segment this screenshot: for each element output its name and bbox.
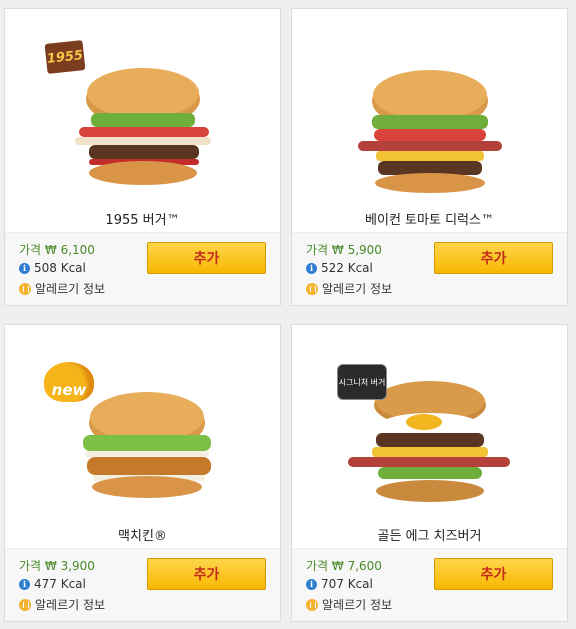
allergy-icon [19,598,31,611]
allergy-text: 알레르기 정보 [35,282,106,296]
allergy-icon [19,282,31,295]
product-card-mcchicken[interactable]: 맥치킨® 가격 ₩ 3,900 i 477 Kcal 알레르기 정보 추가 [4,324,281,622]
burger-image[interactable] [5,325,280,515]
add-button[interactable]: 추가 [434,242,553,274]
info-icon: i [19,578,30,590]
allergy-info-link[interactable]: 알레르기 정보 [306,596,392,613]
card-footer: 가격 ₩ 5,900 i 522 Kcal 알레르기 정보 추가 [292,232,567,305]
allergy-text: 알레르기 정보 [322,598,393,612]
calorie-info[interactable]: i 707 Kcal [306,577,373,591]
product-name: 골든 에그 치즈버거 [377,529,482,544]
product-name: 1955 버거™ [105,213,180,228]
badge-1955-logo: 1955 [44,40,86,74]
burger-illustration [358,70,502,193]
product-name: 맥치킨® [118,529,167,544]
info-icon: i [306,262,317,274]
allergy-info-link[interactable]: 알레르기 정보 [306,280,392,297]
card-footer: 가격 ₩ 6,100 i 508 Kcal 알레르기 정보 추가 [5,232,280,305]
burger-illustration [83,392,211,498]
kcal-text: 508 Kcal [34,261,86,275]
price: 가격 ₩ 3,900 [19,559,95,573]
burger-illustration [75,68,211,185]
allergy-text: 알레르기 정보 [322,282,393,296]
allergy-info-link[interactable]: 알레르기 정보 [19,596,105,613]
allergy-icon [306,282,318,295]
kcal-text: 707 Kcal [321,577,373,591]
kcal-text: 522 Kcal [321,261,373,275]
badge-new-logo: new [44,362,94,402]
allergy-text: 알레르기 정보 [35,598,106,612]
product-name: 베이컨 토마토 디럭스™ [365,213,494,228]
add-button[interactable]: 추가 [147,242,266,274]
info-icon: i [306,578,317,590]
calorie-info[interactable]: i 508 Kcal [19,261,86,275]
calorie-info[interactable]: i 477 Kcal [19,577,86,591]
price: 가격 ₩ 6,100 [19,243,95,257]
price: 가격 ₩ 7,600 [306,559,382,573]
burger-image[interactable] [5,9,280,199]
card-footer: 가격 ₩ 3,900 i 477 Kcal 알레르기 정보 추가 [5,548,280,621]
kcal-text: 477 Kcal [34,577,86,591]
card-footer: 가격 ₩ 7,600 i 707 Kcal 알레르기 정보 추가 [292,548,567,621]
burger-illustration [348,381,510,502]
burger-image[interactable] [292,325,567,515]
badge-signature-burger-logo: 시그니처 버거 [337,364,387,400]
burger-image[interactable] [292,9,567,199]
add-button[interactable]: 추가 [147,558,266,590]
product-card-golden-egg-cheeseburger[interactable]: 골든 에그 치즈버거 가격 ₩ 7,600 i 707 Kcal 알레르기 정보… [291,324,568,622]
product-card-bacon-tomato-deluxe[interactable]: 베이컨 토마토 디럭스™ 가격 ₩ 5,900 i 522 Kcal 알레르기 … [291,8,568,306]
allergy-icon [306,598,318,611]
price: 가격 ₩ 5,900 [306,243,382,257]
allergy-info-link[interactable]: 알레르기 정보 [19,280,105,297]
info-icon: i [19,262,30,274]
add-button[interactable]: 추가 [434,558,553,590]
calorie-info[interactable]: i 522 Kcal [306,261,373,275]
